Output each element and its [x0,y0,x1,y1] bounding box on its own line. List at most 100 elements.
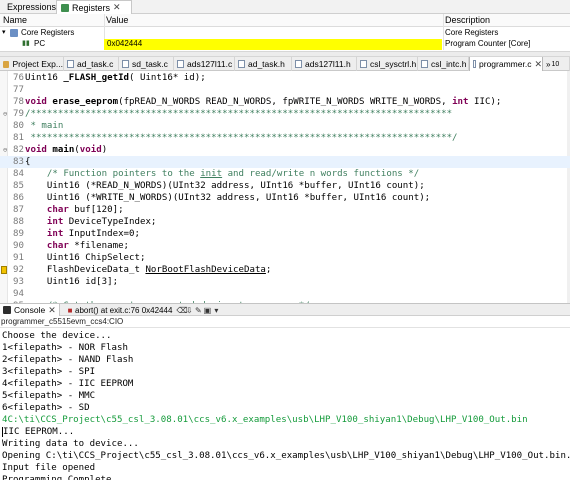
column-header-value[interactable]: Value [106,15,128,25]
code-line[interactable]: 91 Uint16 ChipSelect; [0,252,570,264]
code-line[interactable]: 92 FlashDeviceData_t NorBootFlashDeviceD… [0,264,570,276]
code-text: void erase_eeprom(fpREAD_N_WORDS READ_N_… [25,96,501,108]
editor-tab[interactable]: sd_task.c [119,57,174,71]
code-token: IIC); [468,97,502,107]
code-line[interactable]: 87 char buf[120]; [0,204,570,216]
code-line[interactable]: 80 * main [0,120,570,132]
editor-tab[interactable]: ads127l11.c [174,57,235,71]
editor-tab-label: 10 [551,60,560,68]
editor-tab-label: csl_intc.h [431,59,467,69]
code-text: Uint16 ChipSelect; [25,252,146,264]
code-line[interactable]: 84 /* Function pointers to the init and … [0,168,570,180]
editor-tab[interactable]: programmer.c ✕ [469,57,543,71]
code-token: and read/write n words functions */ [222,169,420,179]
column-header-description[interactable]: Description [445,15,490,25]
h-file-icon [295,60,302,68]
code-line[interactable]: 90 char *filename; [0,240,570,252]
code-line[interactable]: 83{ [0,156,570,168]
console-output[interactable]: Choose the device... 1<filepath> - NOR Fl… [0,329,570,480]
close-icon[interactable]: ✕ [534,59,542,70]
scroll-lock-icon[interactable]: ⇩ [185,306,193,315]
code-token: ; [265,265,272,275]
code-line[interactable]: 89 int InputIndex=0; [0,228,570,240]
console-tabbar: Console ✕ ■ abort() at exit.c:76 0x42444… [0,303,570,316]
code-editor[interactable]: 76 Uint16 _FLASH_getId( Uint16* id); 77 78 v… [0,71,570,303]
c-file-icon [473,60,477,68]
registers-view-tabbar: Expressions Registers ✕ [0,0,570,14]
abort-icon[interactable]: ■ [66,306,74,315]
console-toolbar: ■ abort() at exit.c:76 0x42444 ⌫ ⇩ ✎ ▣ ▾ [66,305,221,316]
register-name: PC [34,39,46,48]
line-number: 91 [13,253,24,263]
editor-tab-label: sd_task.c [132,59,168,69]
close-icon[interactable]: ✕ [113,2,121,13]
editor-tab[interactable]: Project Exp... [0,57,64,71]
fold-toggle-icon[interactable]: ⊖ [3,144,7,156]
tab-registers[interactable]: Registers ✕ [56,0,132,14]
register-row-pc[interactable]: ▮▮ PC 0x042444 Program Counter [Core] [0,39,570,50]
tab-expressions[interactable]: Expressions [0,0,56,14]
editor-tab[interactable]: csl_intc.h [418,57,469,71]
line-number: 90 [13,241,24,251]
code-line[interactable]: ⊖ 79/************************************… [0,108,570,120]
code-token: _FLASH_getId [63,73,130,83]
console-icon [3,306,11,314]
value-changed-highlight [104,39,442,50]
code-token: char [25,241,69,251]
close-icon[interactable]: ✕ [48,305,56,316]
fold-toggle-icon[interactable]: ⊖ [3,108,7,120]
code-text: /* Function pointers to the init and rea… [25,168,419,180]
code-line[interactable]: 93 Uint16 id[3]; [0,276,570,288]
console-line: 1<filepath> - NOR Flash [2,342,128,354]
editor-tab-label: csl_sysctrl.h [370,59,417,69]
code-text: * main [25,120,63,132]
code-line[interactable]: 78 void erase_eeprom(fpREAD_N_WORDS READ_… [0,96,570,108]
code-line[interactable]: ⊖ 82 void main(void) [0,144,570,156]
display-icon[interactable]: ▣ [203,306,212,315]
code-token: Uint16 id[3]; [25,277,119,287]
code-token: { [25,157,31,167]
code-token: ( Uint16* id); [129,73,206,83]
code-line[interactable]: 86 Uint16 (*WRITE_N_WORDS)(UInt32 addres… [0,192,570,204]
code-token: int [25,229,64,239]
menu-icon[interactable]: ▾ [212,306,220,315]
console-line-text: Writing data to device... [2,439,139,449]
pin-icon[interactable]: ✎ [194,306,202,315]
tab-expressions-label: Expressions [7,2,57,12]
code-token: /* Function pointers to the [25,169,201,179]
editor-tab[interactable]: csl_sysctrl.h [357,57,418,71]
code-token: int [25,217,64,227]
code-text: int DeviceTypeIndex; [25,216,157,228]
code-token: ) [101,145,108,155]
code-line[interactable]: 77 [0,84,570,96]
code-token: InputIndex=0; [63,229,140,239]
editor-tab[interactable]: ad_task.h [235,57,292,71]
code-line[interactable]: 85 Uint16 (*READ_N_WORDS)(UInt32 address… [0,180,570,192]
console-line-text: 2<filepath> - NAND Flash [2,355,134,365]
line-number: 93 [13,277,24,287]
code-line[interactable]: 88 int DeviceTypeIndex; [0,216,570,228]
code-token: Uint16 [25,73,64,83]
code-line[interactable]: 76 Uint16 _FLASH_getId( Uint16* id); [0,72,570,84]
code-token: *filename; [68,241,130,251]
console-line: 3<filepath> - SPI [2,366,95,378]
console-line: Choose the device... [2,330,112,342]
register-value[interactable]: 0x042444 [107,39,142,48]
console-line-text: 5<filepath> - MMC [2,391,96,401]
warning-marker-icon[interactable] [1,266,7,274]
line-number: 86 [13,193,24,203]
clear-icon[interactable]: ⌫ [176,306,187,315]
console-line-text: 4C:\ti\CCS_Project\c55_csl_3.08.01\ccs_v… [2,415,528,425]
code-line[interactable]: 94 [0,288,570,300]
code-token: buf[120]; [68,205,124,215]
editor-tab[interactable]: ads127l11.h [292,57,357,71]
code-text: Uint16 (*WRITE_N_WORDS)(UInt32 address, … [25,192,430,204]
code-line[interactable]: 81 *************************************… [0,132,570,144]
register-group-row[interactable]: ▾ Core Registers Core Registers [0,28,570,39]
editor-tab[interactable]: ad_task.c [64,57,119,71]
editor-tab[interactable]: » 10 [543,57,570,71]
column-header-name[interactable]: Name [3,15,27,25]
code-token: void [25,145,47,155]
tab-console[interactable]: Console ✕ [0,304,60,316]
expand-arrow-icon[interactable]: ▾ [2,28,6,36]
